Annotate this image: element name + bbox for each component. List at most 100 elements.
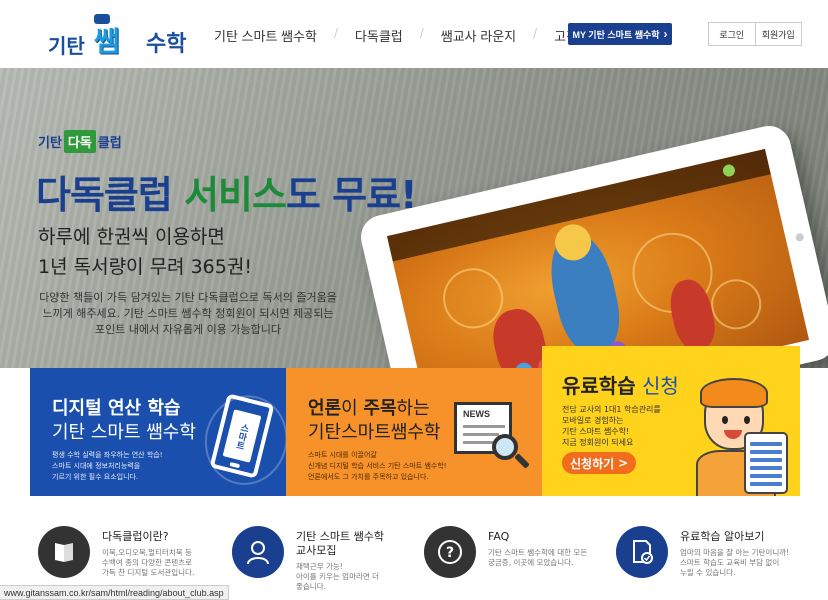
feature-title: 다독클럽이란? <box>102 530 169 543</box>
nav-item-dadok-club[interactable]: 다독클럽 <box>355 26 403 45</box>
feature-desc-line: 좋습니다. <box>296 582 326 591</box>
feature-title: 기탄 스마트 쌤수학 교사모집 <box>296 530 384 558</box>
swirl-decoration <box>706 274 767 335</box>
tile2-heading-a: 언론 <box>308 398 342 419</box>
card-soldier-figure <box>665 275 720 354</box>
feature-desc-line: 재택근무 가능! <box>296 562 343 571</box>
tile3-desc-line4: 지금 정회원이 되세요 <box>562 438 634 447</box>
teacher-icon <box>232 526 284 578</box>
feature-desc-line: 누릴 수 있습니다. <box>680 568 736 577</box>
my-ssam-button[interactable]: MY 기탄 스마트 쌤수학 › <box>568 23 672 45</box>
question-icon: ? <box>424 526 476 578</box>
feature-title: 유료학습 알아보기 <box>680 530 765 543</box>
club-logo-part1: 기탄 <box>38 136 62 151</box>
hero-subtitle-line2: 1년 독서량이 무려 365권! <box>38 256 252 278</box>
signup-button[interactable]: 회원가입 <box>754 23 802 45</box>
feature-description: 이북,오디오북,멀티터치북 등 수백여 종의 다양한 콘텐츠로 가득 찬 디지털… <box>102 548 232 578</box>
tile2-desc-line1: 스마트 시대를 이끌어갈 <box>308 451 377 459</box>
document-check-icon <box>616 526 668 578</box>
kid-phone <box>744 432 788 494</box>
tile2-description: 스마트 시대를 이끌어갈 신개념 디지털 학습 서비스 기탄 스마트 쌤수학! … <box>308 450 458 483</box>
chevron-right-icon: › <box>663 27 668 41</box>
phone-row <box>750 466 782 470</box>
tile3-desc-line3: 기탄 스마트 쌤수학! <box>562 427 630 436</box>
nav-separator: / <box>533 26 538 40</box>
site-header: 기탄 쌤 수학 기탄 스마트 쌤수학 / 다독클럽 / 쌤교사 라운지 / 고객… <box>0 0 828 68</box>
hero-title-part2: 서비스 <box>184 173 287 217</box>
feature-faq[interactable]: ? FAQ 기탄 스마트 쌤수학에 대한 모든 궁금증, 이곳에 모았습니다. <box>424 526 614 596</box>
tile1-desc-line3: 기르기 위한 필수 요소입니다. <box>52 473 139 481</box>
club-logo-part3: 클럽 <box>97 136 122 151</box>
feature-desc-line: 스마트 학습도 교육비 부담 없이 <box>680 558 780 567</box>
feature-description: 재택근무 가능! 아이를 키우는 엄마라면 더 좋습니다. <box>296 562 426 592</box>
tile2-heading-d: 하는 <box>396 398 430 419</box>
nav-item-smart-ssam[interactable]: 기탄 스마트 쌤수학 <box>214 26 317 45</box>
paid-learning-tile[interactable]: 유료학습 신청 전담 교사의 1대1 학습관리를 모바일로 경험하는 기탄 스마… <box>542 346 800 496</box>
club-logo-part2: 다독 <box>63 130 96 153</box>
feature-desc-line: 궁금증, 이곳에 모았습니다. <box>488 558 574 567</box>
apply-button[interactable]: 신청하기 > <box>562 452 637 474</box>
kid-hair <box>700 378 768 408</box>
nav-item-teacher-lounge[interactable]: 쌤교사 라운지 <box>441 26 516 45</box>
feature-description: 기탄 스마트 쌤수학에 대한 모든 궁금증, 이곳에 모았습니다. <box>488 548 618 568</box>
main-nav: 기탄 스마트 쌤수학 / 다독클럽 / 쌤교사 라운지 / 고객센터 <box>214 26 602 45</box>
site-logo[interactable]: 기탄 쌤 수학 <box>44 8 194 60</box>
digital-calc-tile[interactable]: 디지털 연산 학습 기탄 스마트 쌤수학 평생 수학 실력을 좌우하는 연산 학… <box>30 368 286 496</box>
tile1-desc-line1: 평생 수학 실력을 좌우하는 연산 학습! <box>52 451 163 459</box>
tile2-heading-b: 이 <box>341 398 364 419</box>
logo-text-suhak: 수학 <box>146 32 187 57</box>
tile3-heading-b: 신청 <box>635 374 679 398</box>
phone-row <box>750 450 782 454</box>
feature-desc-line: 아이를 키우는 엄마라면 더 <box>296 572 380 581</box>
kid-with-phone-illustration <box>690 370 790 496</box>
chevron-right-icon: > <box>618 456 629 470</box>
hero-desc-line2: 느끼게 해주세요. 기탄 스마트 쌤수학 정회원이 되시면 제공되는 <box>42 307 334 320</box>
tablet-illustration <box>356 121 828 368</box>
tile2-heading: 언론이 주목하는 <box>308 394 430 420</box>
login-button[interactable]: 로그인 <box>709 23 755 45</box>
nav-separator: / <box>333 26 338 40</box>
magnifier-handle <box>514 453 530 469</box>
tile2-subheading: 기탄스마트쌤수학 <box>308 422 441 443</box>
feature-desc-line: 가득 찬 디지털 도서관입니다. <box>102 568 195 577</box>
hero-subtitle-line1: 하루에 한권씩 이용하면 <box>38 226 225 248</box>
tile2-heading-c: 주목 <box>363 398 397 419</box>
kid-eye <box>722 416 728 424</box>
newspaper-line <box>463 441 493 444</box>
feature-desc-line: 이북,오디오북,멀티터치북 등 <box>102 548 192 557</box>
newspaper-heading: NEWS <box>463 409 490 419</box>
phone-row <box>750 482 782 486</box>
browser-status-bar: www.gitanssam.co.kr/sam/html/reading/abo… <box>0 585 229 600</box>
logo-text-gitan: 기탄 <box>48 34 85 58</box>
auth-box: 로그인 회원가입 <box>708 22 802 46</box>
tile3-desc-line2: 모바일로 경험하는 <box>562 416 624 425</box>
feature-description: 엄마의 마음을 잘 아는 기탄이니까! 스마트 학습도 교육비 부담 없이 누릴… <box>680 548 810 578</box>
hero-desc-line1: 다양한 책들이 가득 담겨있는 기탄 다독클럽으로 독서의 즐거움을 <box>39 291 337 304</box>
tile3-heading-a: 유료학습 <box>562 374 636 398</box>
smartphone-icon: 스마트 <box>195 386 286 494</box>
tile2-desc-line2: 신개념 디지털 학습 서비스 기탄 스마트 쌤수학! <box>308 462 447 470</box>
hero-title-part1: 다독클럽 <box>36 173 185 217</box>
kid-eye <box>744 416 750 424</box>
logo-text-ssam: 쌤 <box>94 25 120 58</box>
hero-banner: 기탄 다독 클럽 다독클럽 서비스도 무료! 하루에 한권씩 이용하면 1년 독… <box>0 68 828 368</box>
tile2-desc-line3: 언론에서도 그 가치를 주목하고 있습니다. <box>308 473 429 481</box>
book-icon <box>38 526 90 578</box>
nav-separator: / <box>419 26 424 40</box>
feature-paid-learning[interactable]: 유료학습 알아보기 엄마의 마음을 잘 아는 기탄이니까! 스마트 학습도 교육… <box>616 526 806 596</box>
newspaper-line <box>463 433 499 436</box>
tile1-desc-line2: 스마트 시대에 정보처리능력을 <box>52 462 141 470</box>
feature-teacher-recruit[interactable]: 기탄 스마트 쌤수학 교사모집 재택근무 가능! 아이를 키우는 엄마라면 더 … <box>232 526 422 596</box>
phone-row <box>750 458 782 462</box>
tile3-description: 전담 교사의 1대1 학습관리를 모바일로 경험하는 기탄 스마트 쌤수학! 지… <box>562 404 692 448</box>
hero-title: 다독클럽 서비스도 무료! <box>36 164 417 219</box>
tile3-desc-line1: 전담 교사의 1대1 학습관리를 <box>562 405 661 414</box>
my-ssam-button-label: MY 기탄 스마트 쌤수학 <box>572 29 660 40</box>
press-coverage-tile[interactable]: 언론이 주목하는 기탄스마트쌤수학 스마트 시대를 이끌어갈 신개념 디지털 학… <box>286 368 542 496</box>
apply-button-label: 신청하기 <box>570 456 615 471</box>
feature-desc-line: 수백여 종의 다양한 콘텐츠로 <box>102 558 192 567</box>
svg-text:?: ? <box>446 545 454 561</box>
tile3-heading: 유료학습 신청 <box>562 370 679 399</box>
hero-desc-line3: 포인트 내에서 자유롭게 이용 가능합니다 <box>94 323 282 336</box>
tile1-subheading: 기탄 스마트 쌤수학 <box>52 422 196 443</box>
